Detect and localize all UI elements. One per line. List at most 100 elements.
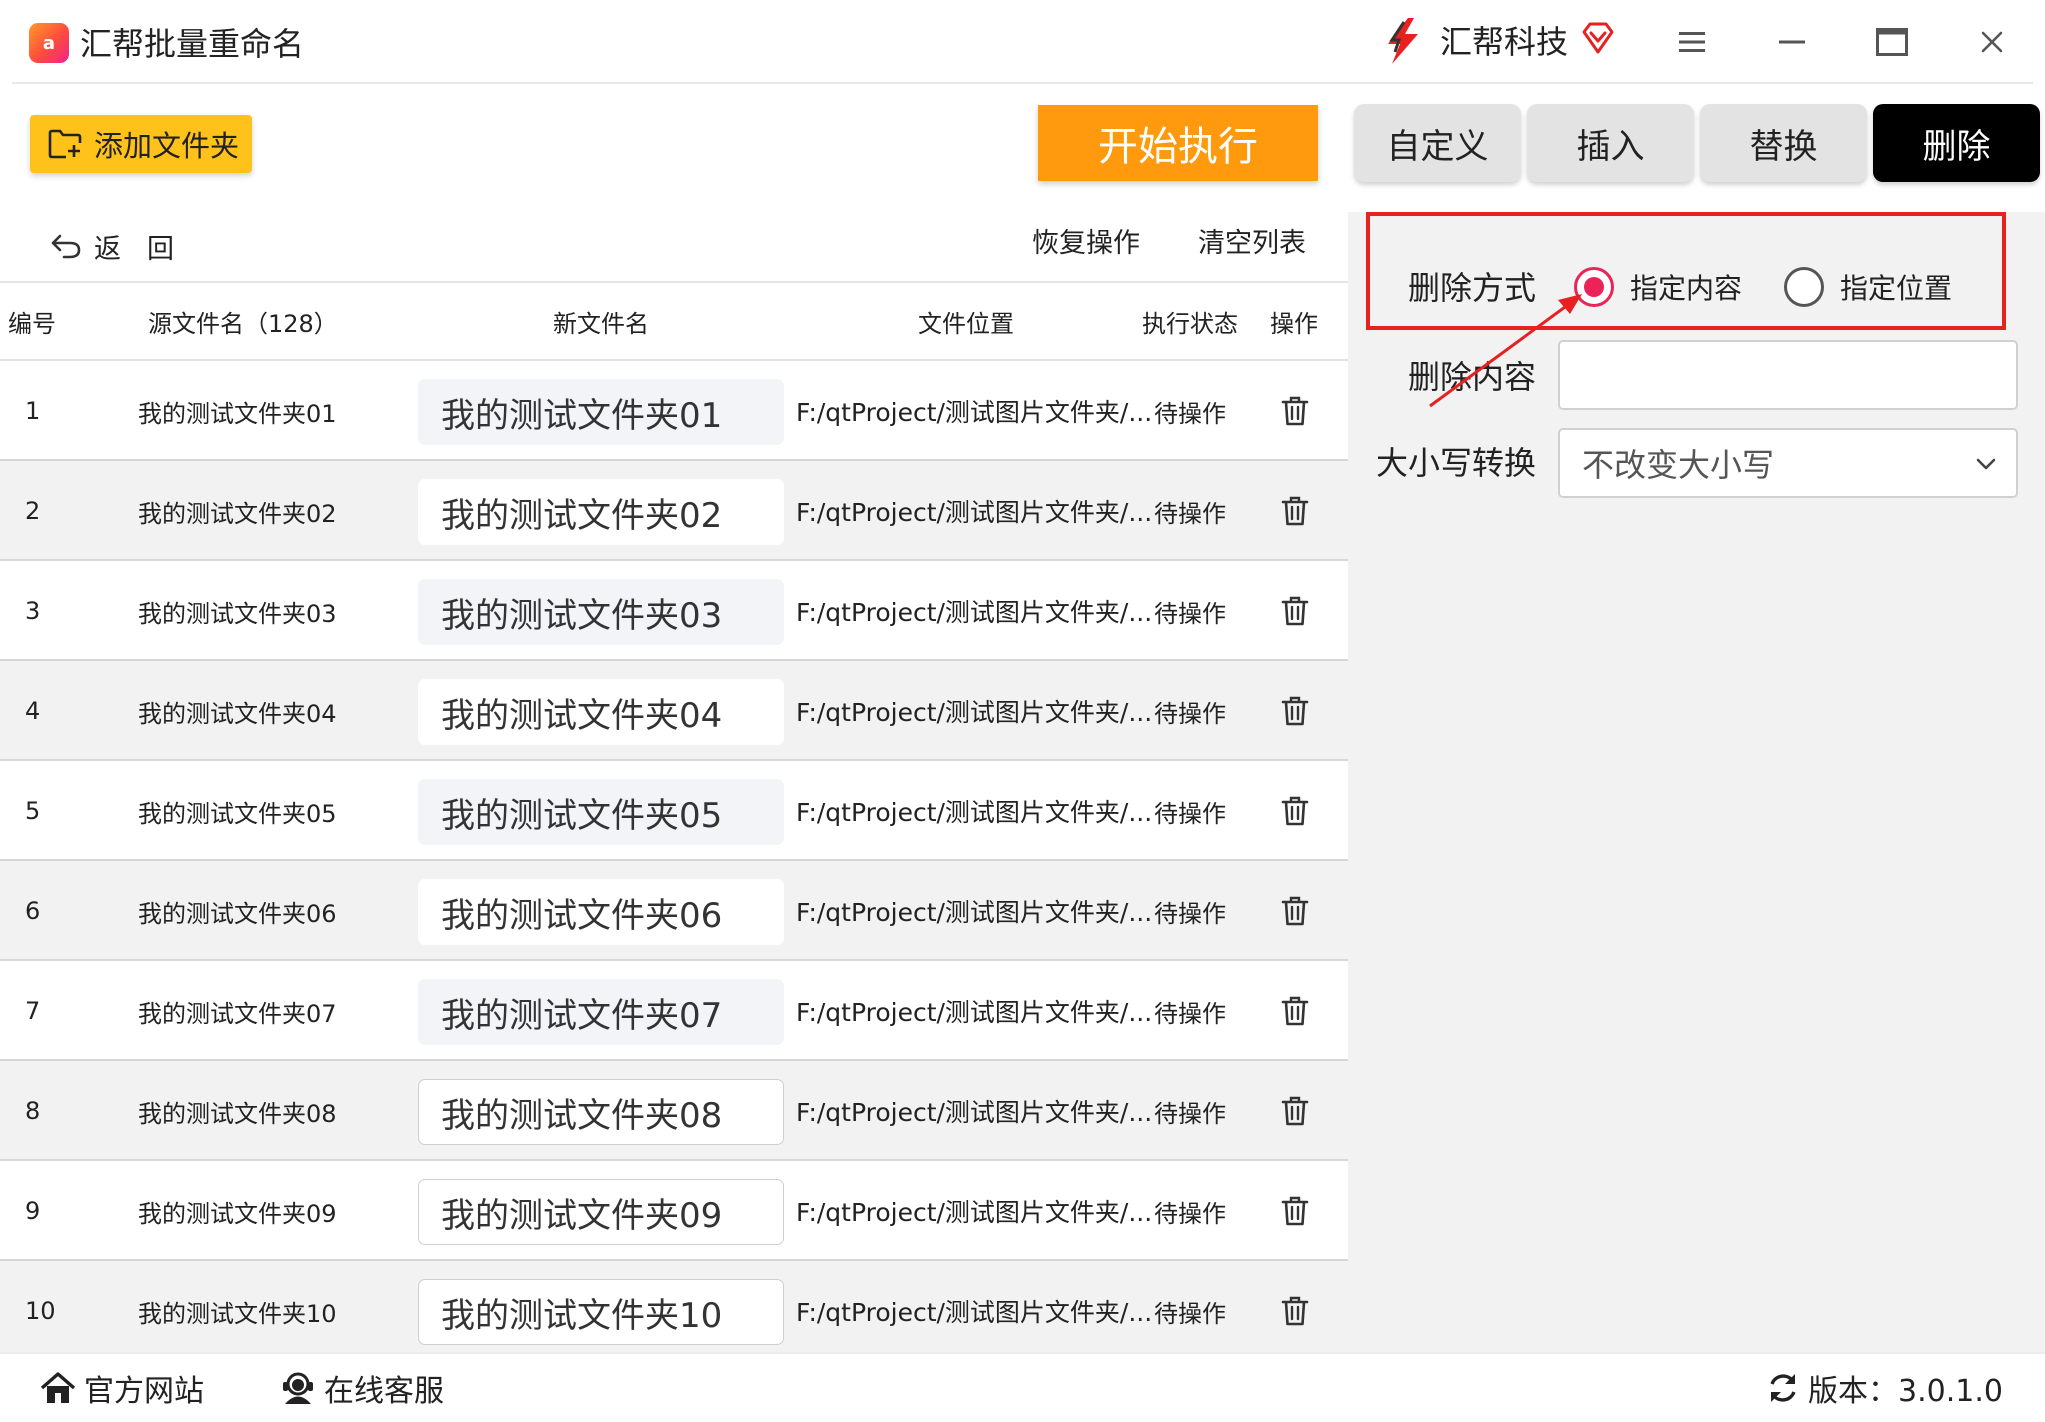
row-number: 6 xyxy=(25,897,41,925)
status-text: 待操作 xyxy=(1154,699,1226,728)
case-conversion-value: 不改变大小写 xyxy=(1582,446,1775,484)
start-execute-button[interactable]: 开始执行 xyxy=(1038,105,1318,181)
header-num: 编号 xyxy=(8,309,56,338)
trash-icon[interactable] xyxy=(1278,761,1312,861)
status-text: 待操作 xyxy=(1154,399,1226,428)
row-number: 10 xyxy=(25,1297,56,1325)
case-conversion-select[interactable]: 不改变大小写 xyxy=(1558,428,2018,498)
header-status: 执行状态 xyxy=(1142,309,1238,338)
new-filename-field[interactable]: 我的测试文件夹08 xyxy=(418,1079,784,1145)
source-filename: 我的测试文件夹06 xyxy=(138,899,337,928)
refresh-icon[interactable] xyxy=(1766,1371,1800,1405)
source-filename: 我的测试文件夹02 xyxy=(138,499,337,528)
trash-icon[interactable] xyxy=(1278,1061,1312,1161)
file-list: 1 我的测试文件夹01 我的测试文件夹01 F:/qtProject/测试图片文件夹/… xyxy=(0,361,1348,1361)
title-divider xyxy=(12,82,2033,84)
table-row[interactable]: 1 我的测试文件夹01 我的测试文件夹01 F:/qtProject/测试图片文件夹/… xyxy=(0,361,1348,461)
footer: 官方网站 在线客服 版本：3.0.1.0 xyxy=(0,1352,2045,1422)
new-filename-field[interactable]: 我的测试文件夹06 xyxy=(418,879,784,945)
header-new-name: 新文件名 xyxy=(553,309,649,338)
new-filename-field[interactable]: 我的测试文件夹04 xyxy=(418,679,784,745)
status-text: 待操作 xyxy=(1154,1099,1226,1128)
source-filename: 我的测试文件夹01 xyxy=(138,399,337,428)
close-icon[interactable] xyxy=(1970,20,2014,64)
trash-icon[interactable] xyxy=(1278,561,1312,661)
status-text: 待操作 xyxy=(1154,1199,1226,1228)
file-location: F:/qtProject/测试图片文件夹/... xyxy=(796,698,1153,727)
new-filename-field[interactable]: 我的测试文件夹07 xyxy=(418,979,784,1045)
vip-diamond-icon[interactable] xyxy=(1580,20,1616,56)
version-info: 版本：3.0.1.0 xyxy=(1766,1366,2003,1410)
source-filename: 我的测试文件夹09 xyxy=(138,1199,337,1228)
brand-logo-icon xyxy=(1388,18,1418,64)
trash-icon[interactable] xyxy=(1278,1161,1312,1261)
online-support-link[interactable]: 在线客服 xyxy=(280,1366,444,1410)
restore-button[interactable]: 恢复操作 xyxy=(1032,224,1140,264)
file-location: F:/qtProject/测试图片文件夹/... xyxy=(796,998,1153,1027)
table-row[interactable]: 5 我的测试文件夹05 我的测试文件夹05 F:/qtProject/测试图片文件夹/… xyxy=(0,761,1348,861)
online-support-label: 在线客服 xyxy=(324,1374,444,1409)
table-row[interactable]: 9 我的测试文件夹09 我的测试文件夹09 F:/qtProject/测试图片文件夹/… xyxy=(0,1161,1348,1261)
official-website-link[interactable]: 官方网站 xyxy=(40,1366,204,1410)
new-filename-field[interactable]: 我的测试文件夹01 xyxy=(418,379,784,445)
new-filename-field[interactable]: 我的测试文件夹03 xyxy=(418,579,784,645)
menu-icon[interactable] xyxy=(1670,20,1714,64)
file-location: F:/qtProject/测试图片文件夹/... xyxy=(796,398,1153,427)
trash-icon[interactable] xyxy=(1278,1261,1312,1361)
table-row[interactable]: 6 我的测试文件夹06 我的测试文件夹06 F:/qtProject/测试图片文件夹/… xyxy=(0,861,1348,961)
source-filename: 我的测试文件夹07 xyxy=(138,999,337,1028)
header-location: 文件位置 xyxy=(918,309,1014,338)
tab-insert[interactable]: 插入 xyxy=(1527,104,1694,182)
table-row[interactable]: 4 我的测试文件夹04 我的测试文件夹04 F:/qtProject/测试图片文件夹/… xyxy=(0,661,1348,761)
file-location: F:/qtProject/测试图片文件夹/... xyxy=(796,1098,1153,1127)
row-number: 3 xyxy=(25,597,41,625)
table-row[interactable]: 7 我的测试文件夹07 我的测试文件夹07 F:/qtProject/测试图片文件夹/… xyxy=(0,961,1348,1061)
official-website-label: 官方网站 xyxy=(84,1374,204,1409)
new-filename-field[interactable]: 我的测试文件夹05 xyxy=(418,779,784,845)
maximize-icon[interactable] xyxy=(1870,20,1914,64)
annotation-highlight-box xyxy=(1366,212,2006,330)
row-number: 9 xyxy=(25,1197,41,1225)
table-row[interactable]: 10 我的测试文件夹10 我的测试文件夹10 F:/qtProject/测试图片文件夹… xyxy=(0,1261,1348,1361)
back-button[interactable]: 返回 xyxy=(50,226,200,266)
new-filename-field[interactable]: 我的测试文件夹09 xyxy=(418,1179,784,1245)
back-label: 返回 xyxy=(94,233,200,265)
add-folder-label: 添加文件夹 xyxy=(94,129,240,163)
add-folder-button[interactable]: 添加文件夹 xyxy=(30,115,252,173)
file-location: F:/qtProject/测试图片文件夹/... xyxy=(796,498,1153,527)
table-row[interactable]: 3 我的测试文件夹03 我的测试文件夹03 F:/qtProject/测试图片文件夹/… xyxy=(0,561,1348,661)
new-filename-field[interactable]: 我的测试文件夹02 xyxy=(418,479,784,545)
case-conversion-label: 大小写转换 xyxy=(1376,444,1537,482)
trash-icon[interactable] xyxy=(1278,961,1312,1061)
status-text: 待操作 xyxy=(1154,999,1226,1028)
status-text: 待操作 xyxy=(1154,799,1226,828)
tab-delete[interactable]: 删除 xyxy=(1873,104,2040,182)
tab-custom[interactable]: 自定义 xyxy=(1354,104,1521,182)
version-label: 版本：3.0.1.0 xyxy=(1808,1374,2003,1409)
chevron-down-icon xyxy=(1976,458,1996,470)
table-row[interactable]: 2 我的测试文件夹02 我的测试文件夹02 F:/qtProject/测试图片文件夹/… xyxy=(0,461,1348,561)
minimize-icon[interactable] xyxy=(1770,20,1814,64)
row-number: 4 xyxy=(25,697,41,725)
trash-icon[interactable] xyxy=(1278,661,1312,761)
app-title: 汇帮批量重命名 xyxy=(80,25,305,63)
status-text: 待操作 xyxy=(1154,499,1226,528)
row-number: 5 xyxy=(25,797,41,825)
new-filename-field[interactable]: 我的测试文件夹10 xyxy=(418,1279,784,1345)
table-row[interactable]: 8 我的测试文件夹08 我的测试文件夹08 F:/qtProject/测试图片文件夹/… xyxy=(0,1061,1348,1161)
headset-icon xyxy=(283,1372,313,1404)
source-filename: 我的测试文件夹10 xyxy=(138,1299,337,1328)
row-number: 7 xyxy=(25,997,41,1025)
app-logo-icon: a xyxy=(29,23,69,63)
row-number: 2 xyxy=(25,497,41,525)
clear-list-button[interactable]: 清空列表 xyxy=(1198,224,1306,264)
tab-replace[interactable]: 替换 xyxy=(1700,104,1867,182)
source-filename: 我的测试文件夹03 xyxy=(138,599,337,628)
source-filename: 我的测试文件夹05 xyxy=(138,799,337,828)
trash-icon[interactable] xyxy=(1278,361,1312,461)
undo-arrow-icon xyxy=(51,234,81,259)
trash-icon[interactable] xyxy=(1278,461,1312,561)
trash-icon[interactable] xyxy=(1278,861,1312,961)
brand-name: 汇帮科技 xyxy=(1440,23,1569,61)
delete-content-input[interactable] xyxy=(1558,340,2018,410)
